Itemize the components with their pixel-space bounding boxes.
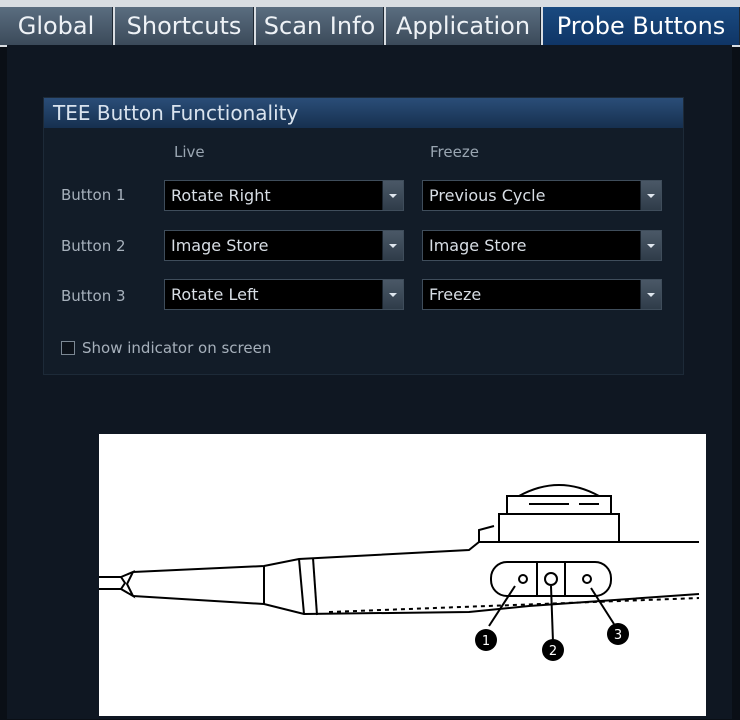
probe-illustration: 1 2 3 bbox=[99, 434, 706, 716]
chevron-down-icon[interactable] bbox=[382, 280, 403, 309]
tab-probe-buttons[interactable]: Probe Buttons bbox=[543, 7, 740, 45]
show-indicator-label[interactable]: Show indicator on screen bbox=[82, 339, 271, 357]
freeze-column-header: Freeze bbox=[430, 143, 479, 161]
chevron-down-icon[interactable] bbox=[382, 231, 403, 260]
tab-application[interactable]: Application bbox=[386, 7, 541, 45]
probe-drawing: 1 2 3 bbox=[99, 484, 700, 661]
button-2-label: Button 2 bbox=[61, 237, 126, 255]
group-title: TEE Button Functionality bbox=[44, 98, 683, 128]
button-2-live-dropdown[interactable]: Image Store bbox=[164, 230, 404, 261]
button-1-live-value: Rotate Right bbox=[171, 186, 271, 205]
button-3-label: Button 3 bbox=[61, 287, 126, 305]
button-1-freeze-dropdown[interactable]: Previous Cycle bbox=[422, 180, 662, 211]
button-3-live-value: Rotate Left bbox=[171, 285, 259, 304]
callout-3-label: 3 bbox=[614, 628, 622, 643]
tab-global[interactable]: Global bbox=[0, 7, 113, 45]
button-1-live-dropdown[interactable]: Rotate Right bbox=[164, 180, 404, 211]
callout-2-label: 2 bbox=[549, 644, 557, 659]
button-1-freeze-value: Previous Cycle bbox=[429, 186, 546, 205]
button-3-freeze-dropdown[interactable]: Freeze bbox=[422, 279, 662, 310]
callout-1-label: 1 bbox=[482, 634, 490, 649]
button-2-freeze-dropdown[interactable]: Image Store bbox=[422, 230, 662, 261]
chevron-down-icon[interactable] bbox=[640, 181, 661, 210]
live-column-header: Live bbox=[174, 143, 205, 161]
button-2-live-value: Image Store bbox=[171, 236, 269, 255]
button-3-live-dropdown[interactable]: Rotate Left bbox=[164, 279, 404, 310]
show-indicator-checkbox[interactable] bbox=[61, 341, 75, 355]
button-1-label: Button 1 bbox=[61, 186, 126, 204]
tab-scan-info[interactable]: Scan Info bbox=[256, 7, 384, 45]
button-2-freeze-value: Image Store bbox=[429, 236, 527, 255]
chevron-down-icon[interactable] bbox=[382, 181, 403, 210]
tab-bar: Global Shortcuts Scan Info Application P… bbox=[0, 0, 740, 47]
chevron-down-icon[interactable] bbox=[640, 231, 661, 260]
button-3-freeze-value: Freeze bbox=[429, 285, 482, 304]
tab-shortcuts[interactable]: Shortcuts bbox=[115, 7, 254, 45]
chevron-down-icon[interactable] bbox=[640, 280, 661, 309]
